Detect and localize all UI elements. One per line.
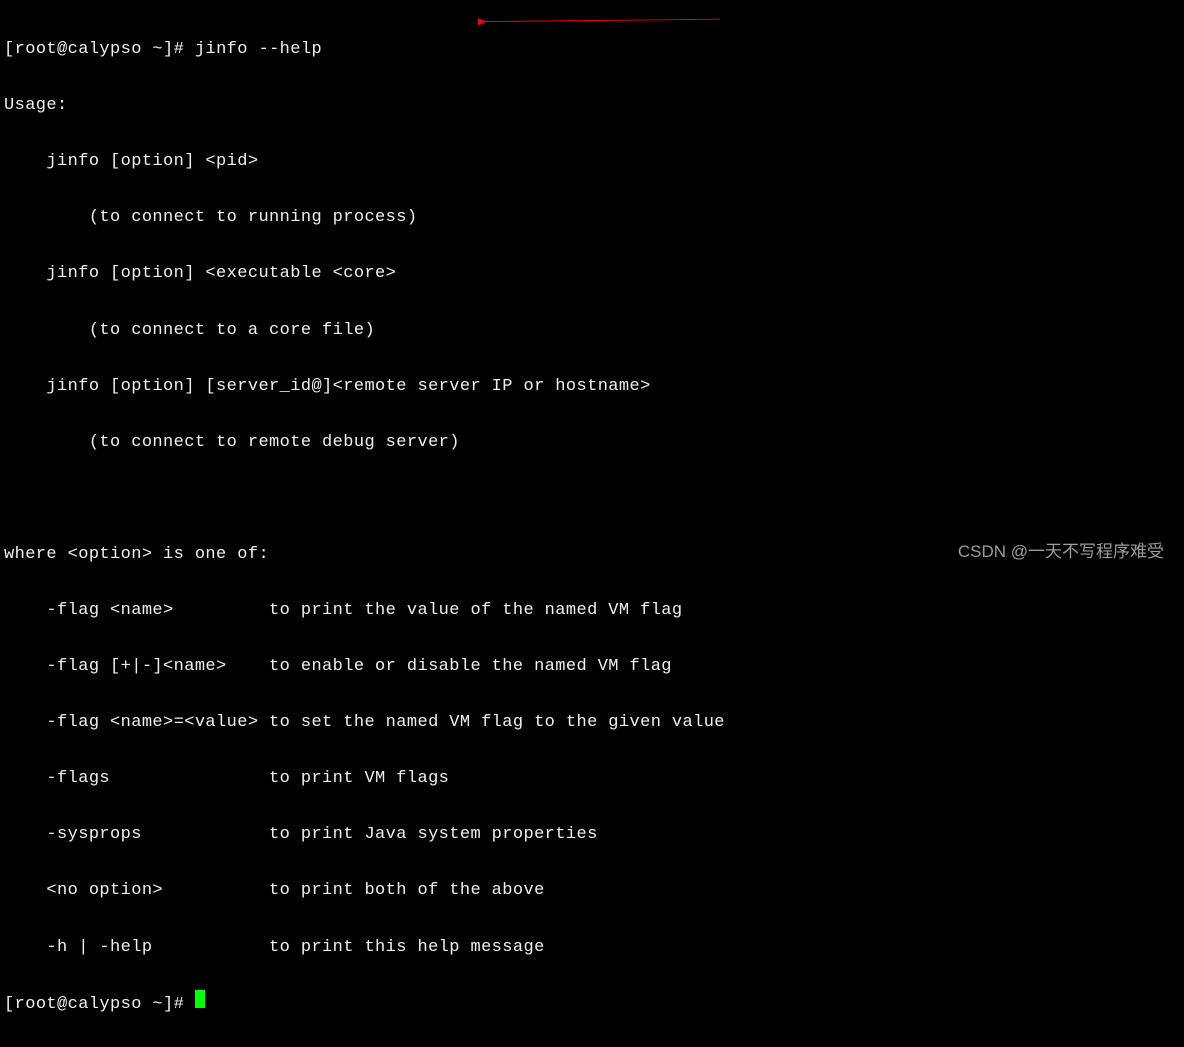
command-text: jinfo --help xyxy=(195,36,322,64)
usage-line: jinfo [option] <executable <core> xyxy=(4,260,1180,288)
terminal-output[interactable]: [root@calypso ~]# jinfo --help Usage: ji… xyxy=(4,8,1180,1047)
usage-line: jinfo [option] <pid> xyxy=(4,148,1180,176)
option-line: -flags to print VM flags xyxy=(4,765,1180,793)
watermark-text: CSDN @一天不写程序难受 xyxy=(958,538,1164,566)
option-line: <no option> to print both of the above xyxy=(4,877,1180,905)
option-line: -flag <name>=<value> to set the named VM… xyxy=(4,709,1180,737)
cursor-icon xyxy=(195,990,205,1008)
prompt-user-host: root@calypso ~ xyxy=(15,991,163,1019)
option-line: -flag <name> to print the value of the n… xyxy=(4,597,1180,625)
option-line: -h | -help to print this help message xyxy=(4,934,1180,962)
usage-line: (to connect to remote debug server) xyxy=(4,429,1180,457)
option-line: -flag [+|-]<name> to enable or disable t… xyxy=(4,653,1180,681)
prompt-bracket-close: ]# xyxy=(163,36,195,64)
usage-header: Usage: xyxy=(4,92,1180,120)
prompt-line-1: [root@calypso ~]# jinfo --help xyxy=(4,36,1180,64)
prompt-bracket-close: ]# xyxy=(163,991,195,1019)
blank-line xyxy=(4,485,1180,513)
prompt-user-host: root@calypso ~ xyxy=(15,36,163,64)
usage-line: jinfo [option] [server_id@]<remote serve… xyxy=(4,373,1180,401)
usage-line: (to connect to running process) xyxy=(4,204,1180,232)
prompt-bracket-open: [ xyxy=(4,36,15,64)
prompt-line-2: [root@calypso ~]# xyxy=(4,990,1180,1019)
option-line: -sysprops to print Java system propertie… xyxy=(4,821,1180,849)
usage-line: (to connect to a core file) xyxy=(4,317,1180,345)
prompt-bracket-open: [ xyxy=(4,991,15,1019)
